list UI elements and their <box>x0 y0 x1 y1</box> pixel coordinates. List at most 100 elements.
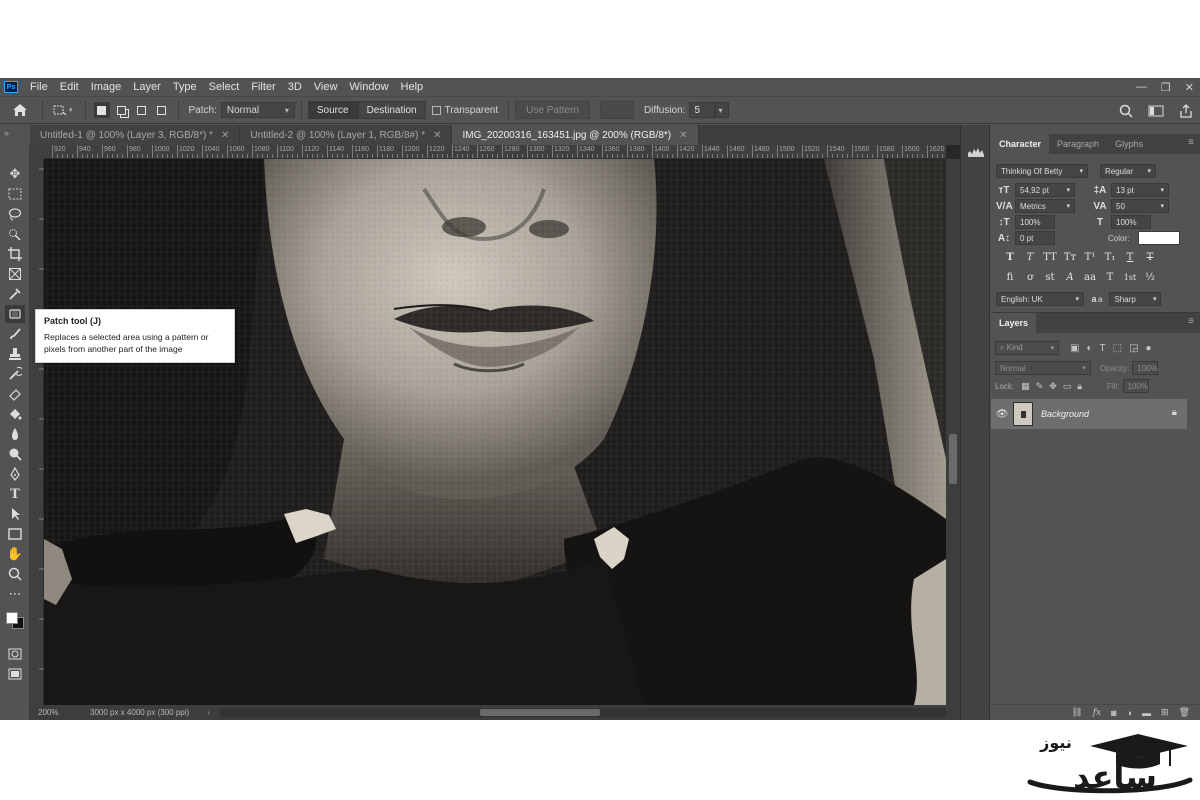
screen-mode-icon[interactable] <box>5 665 25 683</box>
leading-input[interactable]: 13 pt ▾ <box>1111 183 1169 197</box>
new-selection-button[interactable] <box>93 102 110 118</box>
opacity-input[interactable]: 100% <box>1132 361 1159 375</box>
all-caps-button[interactable]: TT <box>1041 252 1059 263</box>
move-tool-icon[interactable]: ✥ <box>5 165 25 183</box>
menu-view[interactable]: View <box>308 78 344 96</box>
hand-tool-icon[interactable]: ✋ <box>5 545 25 563</box>
restore-icon[interactable]: ❐ <box>1161 81 1171 94</box>
layer-row-background[interactable]: 👁︎ Background 🔒︎ <box>991 399 1187 429</box>
lock-position-icon[interactable]: ✥ <box>1049 381 1057 392</box>
menu-layer[interactable]: Layer <box>127 78 167 96</box>
menu-image[interactable]: Image <box>85 78 128 96</box>
home-icon[interactable] <box>10 100 30 120</box>
horizontal-scale-input[interactable]: 100% <box>1111 215 1151 229</box>
zoom-level[interactable]: 200% <box>38 708 84 717</box>
panel-menu-icon[interactable]: ≡ <box>1188 316 1194 327</box>
horizontal-scrollbar[interactable] <box>220 708 946 717</box>
rectangle-tool-icon[interactable] <box>5 525 25 543</box>
lock-image-icon[interactable]: ✎ <box>1036 381 1044 392</box>
more-tools-icon[interactable]: ⋯ <box>5 585 25 603</box>
strikethrough-button[interactable]: T <box>1141 252 1159 263</box>
patch-tool-preset-icon[interactable] <box>49 100 69 120</box>
fx-icon[interactable]: fx <box>1093 708 1101 718</box>
swash-button[interactable]: A <box>1061 272 1079 283</box>
tab-img-20200316[interactable]: IMG_20200316_163451.jpg @ 200% (RGB/8*) ✕ <box>452 125 699 145</box>
intersect-selection-button[interactable] <box>154 102 170 118</box>
crop-tool-icon[interactable] <box>5 245 25 263</box>
small-caps-button[interactable]: Tт <box>1061 252 1079 263</box>
pen-tool-icon[interactable] <box>5 465 25 483</box>
subtract-selection-button[interactable] <box>134 102 150 118</box>
paint-bucket-tool-icon[interactable] <box>5 405 25 423</box>
color-swatches[interactable] <box>4 607 26 633</box>
lasso-tool-icon[interactable] <box>5 205 25 223</box>
font-size-input[interactable]: 54,92 pt ▾ <box>1015 183 1075 197</box>
tab-paragraph[interactable]: Paragraph <box>1049 134 1107 154</box>
zoom-tool-icon[interactable] <box>5 565 25 583</box>
titling-alternates-button[interactable]: T <box>1101 272 1119 283</box>
font-family-select[interactable]: Thinking Of Betty ▾ <box>996 164 1088 178</box>
menu-type[interactable]: Type <box>167 78 203 96</box>
stylistic-alternates-button[interactable]: aa <box>1081 272 1099 283</box>
language-select[interactable]: English: UK ▾ <box>996 292 1084 306</box>
mask-icon[interactable]: ◙ <box>1111 708 1116 718</box>
pattern-picker[interactable] <box>599 101 634 119</box>
faux-italic-button[interactable]: T <box>1021 252 1039 263</box>
superscript-button[interactable]: T¹ <box>1081 252 1099 263</box>
panel-menu-icon[interactable]: ≡ <box>1188 137 1194 148</box>
lock-icon[interactable]: 🔒︎ <box>1172 407 1177 418</box>
scroll-thumb[interactable] <box>949 434 957 484</box>
menu-window[interactable]: Window <box>343 78 394 96</box>
ruler-origin[interactable] <box>30 145 44 159</box>
use-pattern-button[interactable]: Use Pattern <box>515 101 590 119</box>
menu-edit[interactable]: Edit <box>54 78 85 96</box>
tab-glyphs[interactable]: Glyphs <box>1107 134 1151 154</box>
eyedropper-tool-icon[interactable] <box>5 285 25 303</box>
lock-artboard-icon[interactable]: ▭ <box>1063 381 1072 392</box>
path-selection-tool-icon[interactable] <box>5 505 25 523</box>
search-icon[interactable] <box>1116 101 1136 121</box>
menu-file[interactable]: File <box>24 78 54 96</box>
fill-input[interactable]: 100% <box>1122 379 1149 393</box>
hscroll-thumb[interactable] <box>480 709 600 716</box>
filter-smart-object-icon[interactable]: ◲ <box>1129 343 1138 354</box>
adjustment-icon[interactable]: ◑ <box>1127 708 1132 718</box>
document-canvas[interactable] <box>44 159 946 705</box>
quick-mask-icon[interactable] <box>5 645 25 663</box>
add-selection-button[interactable] <box>114 102 130 118</box>
font-style-select[interactable]: Regular ▾ <box>1100 164 1156 178</box>
fractions-button[interactable]: ½ <box>1141 272 1159 283</box>
filter-pixel-icon[interactable]: ▣ <box>1070 343 1079 354</box>
layer-filter-select[interactable]: ⌕ Kind ▾ <box>995 341 1059 355</box>
filter-type-icon[interactable]: T <box>1100 343 1106 354</box>
patch-tool-icon[interactable] <box>5 305 25 323</box>
text-color-swatch[interactable] <box>1138 231 1181 245</box>
baseline-shift-input[interactable]: 0 pt <box>1015 231 1055 245</box>
clone-stamp-tool-icon[interactable] <box>5 345 25 363</box>
blend-mode-select[interactable]: Normal ▾ <box>995 361 1091 375</box>
lock-all-icon[interactable]: 🔒︎ <box>1077 381 1082 392</box>
kerning-select[interactable]: Metrics ▾ <box>1015 199 1075 213</box>
share-icon[interactable] <box>1176 101 1196 121</box>
menu-3d[interactable]: 3D <box>282 78 308 96</box>
trash-icon[interactable]: 🗑︎ <box>1179 707 1190 718</box>
tab-untitled-2[interactable]: Untitled-2 @ 100% (Layer 1, RGB/8#) * ✕ <box>240 125 453 145</box>
workspace-icon[interactable] <box>1146 101 1166 121</box>
type-tool-icon[interactable]: T <box>5 485 25 503</box>
menu-help[interactable]: Help <box>395 78 430 96</box>
diffusion-slider-toggle[interactable]: ▾ <box>715 102 730 118</box>
histogram-icon[interactable] <box>968 147 984 160</box>
new-layer-icon[interactable]: ⊞ <box>1161 707 1169 718</box>
vertical-scrollbar[interactable] <box>946 159 960 705</box>
old-style-button[interactable]: ơ <box>1021 272 1039 283</box>
collapse-toolbar-icon[interactable]: » <box>4 128 9 138</box>
history-brush-tool-icon[interactable] <box>5 365 25 383</box>
group-icon[interactable]: ▬ <box>1142 708 1151 718</box>
tab-untitled-1[interactable]: Untitled-1 @ 100% (Layer 3, RGB/8*) * ✕ <box>30 125 241 145</box>
minimize-icon[interactable]: — <box>1136 81 1147 93</box>
status-menu-arrow-icon[interactable]: › <box>207 708 210 717</box>
discretionary-ligatures-button[interactable]: st <box>1041 272 1059 283</box>
close-window-icon[interactable]: ✕ <box>1185 81 1194 94</box>
destination-button[interactable]: Destination <box>357 101 426 119</box>
patch-mode-select[interactable]: Normal ▾ <box>220 102 295 118</box>
